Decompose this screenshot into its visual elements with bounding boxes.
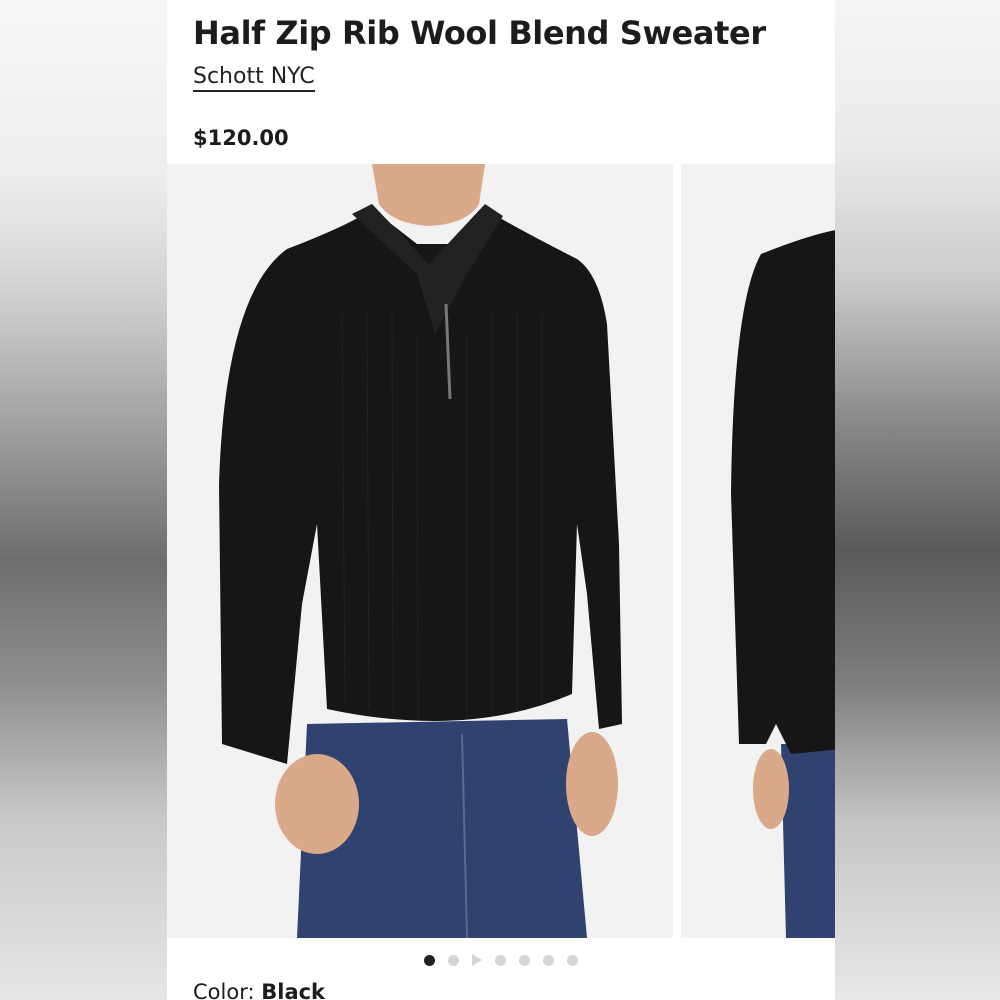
product-title: Half Zip Rib Wool Blend Sweater xyxy=(193,14,766,52)
carousel-pagination[interactable] xyxy=(167,952,835,968)
carousel-dot-4[interactable] xyxy=(495,954,506,966)
carousel-dot-6[interactable] xyxy=(543,954,554,966)
selected-color: Color: Black xyxy=(193,980,325,1000)
blurred-backdrop-left xyxy=(0,0,167,1000)
product-price: $120.00 xyxy=(193,126,289,150)
carousel-dot-5[interactable] xyxy=(519,954,530,966)
carousel-dot-7[interactable] xyxy=(567,954,578,966)
video-play-icon[interactable] xyxy=(472,954,482,966)
color-label: Color: xyxy=(193,980,255,1000)
product-image-side[interactable] xyxy=(681,164,835,938)
carousel-dot-1[interactable] xyxy=(424,954,435,966)
product-image-front[interactable] xyxy=(167,164,673,938)
product-page: Half Zip Rib Wool Blend Sweater Schott N… xyxy=(167,0,835,1000)
image-carousel[interactable] xyxy=(167,164,835,938)
brand-link[interactable]: Schott NYC xyxy=(193,64,315,92)
carousel-dot-2[interactable] xyxy=(448,954,459,966)
color-value: Black xyxy=(261,980,326,1000)
blurred-backdrop-right xyxy=(835,0,1000,1000)
